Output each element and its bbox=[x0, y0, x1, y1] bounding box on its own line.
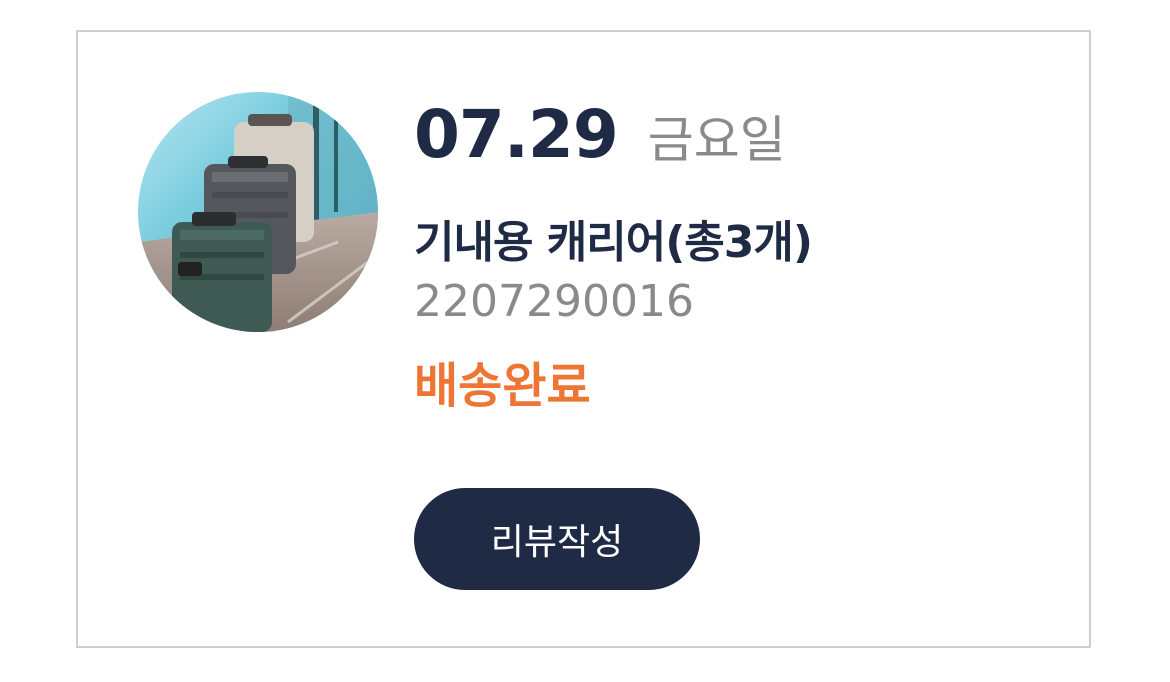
status-badge: 배송완료 bbox=[414, 358, 591, 414]
order-weekday: 금요일 bbox=[647, 111, 786, 169]
write-review-button[interactable]: 리뷰작성 bbox=[414, 488, 700, 590]
order-number: 2207290016 bbox=[414, 276, 694, 327]
order-info: 07.29 금요일 기내용 캐리어(총3개) 2207290016 배송완료 bbox=[414, 96, 813, 414]
product-thumbnail[interactable] bbox=[138, 92, 378, 332]
product-name[interactable]: 기내용 캐리어(총3개) bbox=[414, 206, 813, 268]
date-row: 07.29 금요일 bbox=[414, 96, 812, 176]
order-date: 07.29 bbox=[414, 96, 619, 173]
luggage-photo-icon bbox=[138, 92, 378, 332]
